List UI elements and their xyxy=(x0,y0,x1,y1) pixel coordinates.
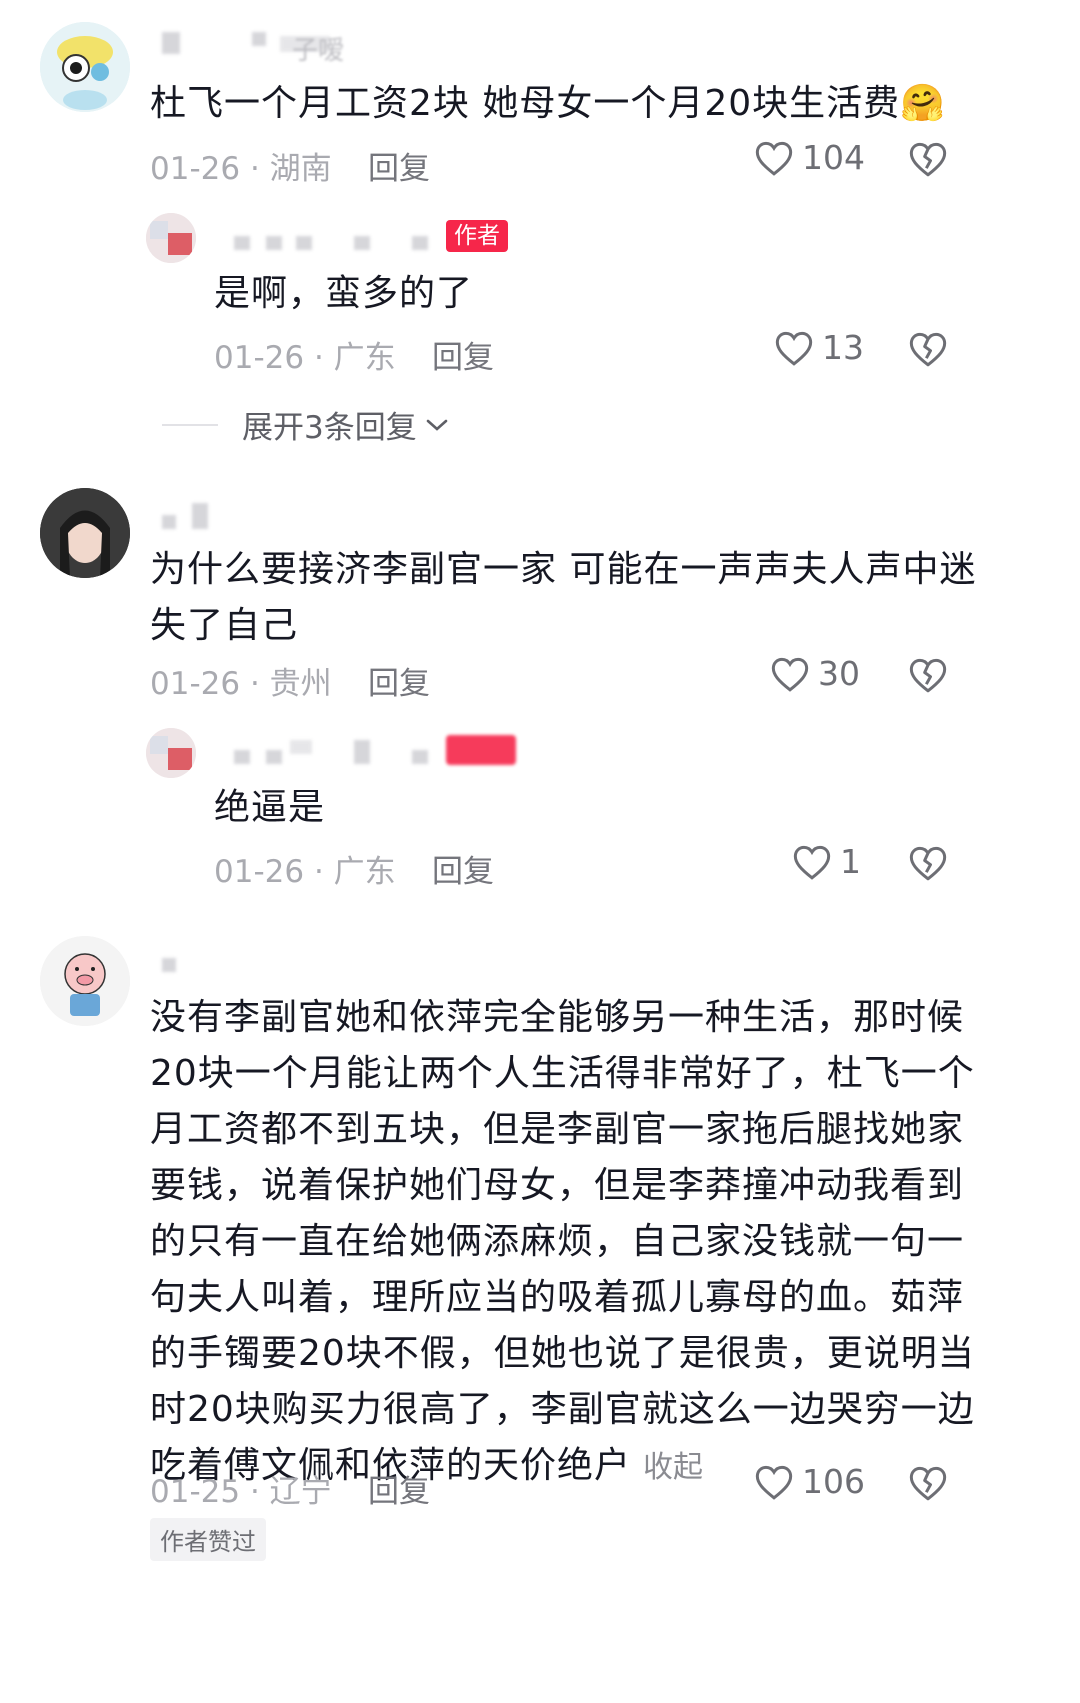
reply-button[interactable]: 回复 xyxy=(368,1466,430,1511)
cartoon-avatar-icon xyxy=(40,22,130,112)
username-blur xyxy=(412,750,428,764)
avatar-image-icon xyxy=(146,728,196,778)
username-blur xyxy=(354,236,370,250)
avatar-image-icon xyxy=(146,213,196,263)
dislike-button[interactable] xyxy=(908,1464,948,1506)
like-count: 1 xyxy=(840,842,861,881)
username-blur xyxy=(234,236,250,250)
comment-date-location: 01-26 · 贵州 xyxy=(150,666,332,702)
heart-icon xyxy=(793,845,831,880)
like-button[interactable]: 106 xyxy=(754,1462,865,1501)
reply-text: 绝逼是 xyxy=(214,787,326,828)
username-blur xyxy=(252,32,266,46)
comment-text: 没有李副官她和依萍完全能够另一种生活，那时候 20块一个月能让两个人生活得非常好… xyxy=(150,997,975,1486)
divider xyxy=(162,423,218,426)
expand-replies-label: 展开3条回复 xyxy=(242,410,417,446)
reply-button[interactable]: 回复 xyxy=(368,658,430,703)
reply-button[interactable]: 回复 xyxy=(432,332,494,377)
username-blur xyxy=(162,32,180,54)
like-count: 104 xyxy=(802,138,865,177)
dislike-button[interactable] xyxy=(908,140,948,182)
like-count: 106 xyxy=(802,1462,865,1501)
collapse-link[interactable]: 收起 xyxy=(643,1450,703,1485)
like-button[interactable]: 104 xyxy=(754,138,865,177)
broken-heart-icon xyxy=(909,142,947,177)
avatar[interactable] xyxy=(40,936,130,1026)
like-button[interactable]: 1 xyxy=(792,842,861,881)
broken-heart-icon xyxy=(909,1466,947,1501)
reply-date-location: 01-26 · 广东 xyxy=(214,340,396,376)
author-badge-blurred xyxy=(446,735,516,765)
reply-avatar[interactable] xyxy=(146,728,196,778)
heart-icon xyxy=(755,1465,793,1500)
avatar[interactable] xyxy=(40,22,130,112)
heart-icon xyxy=(771,657,809,692)
heart-icon xyxy=(775,331,813,366)
pig-avatar-icon xyxy=(40,936,130,1026)
like-count: 30 xyxy=(818,654,860,693)
username-tail: 子嗳 xyxy=(292,36,345,66)
broken-heart-icon xyxy=(909,332,947,367)
expand-replies-button[interactable]: 展开3条回复 xyxy=(162,402,451,447)
username-blur xyxy=(266,236,282,250)
dislike-button[interactable] xyxy=(908,844,948,886)
dislike-button[interactable] xyxy=(908,330,948,372)
reply-text: 是啊，蛮多的了 xyxy=(214,273,474,314)
like-count: 13 xyxy=(822,328,864,367)
username-blur xyxy=(162,515,176,529)
dislike-button[interactable] xyxy=(908,656,948,698)
comment-text: 为什么要接济李副官一家 可能在一声声夫人声中迷 失了自己 xyxy=(150,549,977,646)
hug-emoji-icon: 🤗 xyxy=(900,83,946,124)
broken-heart-icon xyxy=(909,658,947,693)
comment-text: 杜飞一个月工资2块 她母女一个月20块生活费🤗 xyxy=(150,83,946,124)
reply-button[interactable]: 回复 xyxy=(432,846,494,891)
chevron-down-icon xyxy=(426,419,448,431)
reply-avatar[interactable] xyxy=(146,213,196,263)
like-button[interactable]: 30 xyxy=(770,654,860,693)
like-button[interactable]: 13 xyxy=(774,328,864,367)
author-badge: 作者 xyxy=(446,220,508,252)
reply-date-location: 01-26 · 广东 xyxy=(214,854,396,890)
username-blur xyxy=(296,236,312,250)
username-blur xyxy=(290,740,312,754)
username-blur xyxy=(192,503,208,529)
username-blur xyxy=(234,750,250,764)
reply-button[interactable]: 回复 xyxy=(368,143,430,188)
author-liked-tag: 作者赞过 xyxy=(150,1518,266,1561)
heart-icon xyxy=(755,141,793,176)
portrait-avatar-icon xyxy=(40,488,130,578)
username-blur xyxy=(354,740,370,764)
comment-date-location: 01-25 · 辽宁 xyxy=(150,1474,332,1510)
broken-heart-icon xyxy=(909,846,947,881)
comment-date-location: 01-26 · 湖南 xyxy=(150,151,332,187)
avatar[interactable] xyxy=(40,488,130,578)
username-blur xyxy=(266,750,282,764)
username-blur xyxy=(162,958,176,972)
username-blur xyxy=(412,236,428,250)
